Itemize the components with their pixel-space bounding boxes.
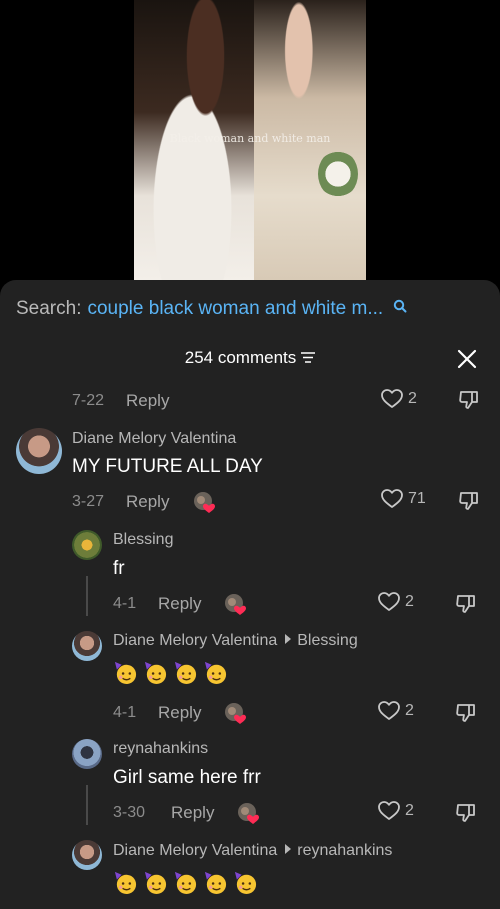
emoji-text: [113, 870, 258, 895]
video-boutonniere: [318, 150, 358, 198]
reply-author[interactable]: Diane Melory Valentina: [113, 632, 277, 649]
comments-sheet: Search: couple black woman and white m..…: [0, 280, 500, 909]
video-player[interactable]: Black woman and white man: [0, 0, 500, 290]
reply-author[interactable]: Diane Melory Valentina: [113, 842, 277, 859]
dislike-icon[interactable]: [455, 703, 477, 723]
partying-face-emoji: [144, 661, 167, 685]
video-thumbnail[interactable]: Black woman and white man: [134, 0, 366, 280]
reply-button[interactable]: Reply: [126, 391, 169, 411]
search-icon[interactable]: [393, 299, 407, 313]
comment-date: 4-1: [113, 704, 137, 721]
search-suggestion[interactable]: Search: couple black woman and white m..…: [16, 298, 407, 320]
heart-outline-icon: [381, 389, 403, 408]
partying-face-emoji: [234, 871, 257, 895]
like-count: 2: [405, 702, 414, 719]
heart-outline-icon: [378, 801, 400, 820]
reply-button[interactable]: Reply: [126, 492, 169, 512]
comment-text: fr: [113, 558, 125, 579]
dislike-icon[interactable]: [455, 803, 477, 823]
search-label: Search:: [16, 298, 82, 319]
comment-partial: 7-22 Reply 2: [0, 388, 500, 418]
reply-comment: reynahankins Girl same here frr 3-30 Rep…: [0, 737, 500, 832]
video-caption: Black woman and white man: [169, 132, 331, 145]
avatar[interactable]: [72, 739, 102, 769]
comment-text: Girl same here frr: [113, 767, 261, 788]
partying-face-emoji: [204, 871, 227, 895]
reply-button[interactable]: Reply: [158, 594, 201, 614]
comment-username[interactable]: Diane Melory Valentina: [72, 430, 236, 448]
comment-date: 3-30: [113, 804, 146, 821]
comment-username[interactable]: Diane Melory Valentina reynahankins: [113, 842, 392, 860]
reply-to-arrow-icon: [285, 634, 292, 644]
dislike-icon[interactable]: [458, 390, 480, 410]
creator-liked-badge: [225, 703, 246, 724]
search-query-link[interactable]: couple black woman and white m...: [87, 298, 383, 320]
heart-outline-icon: [378, 701, 400, 720]
comments-count-header[interactable]: 254 comments: [0, 348, 500, 368]
reply-comment: Blessing fr 4-1 Reply 2: [0, 528, 500, 623]
reply-to-user[interactable]: Blessing: [297, 632, 357, 649]
reply-comment: Diane Melory Valentina reynahankins: [0, 838, 500, 909]
comment-text: MY FUTURE ALL DAY: [72, 456, 263, 477]
comment-date: 3-27: [72, 493, 105, 510]
partying-face-emoji: [174, 871, 197, 895]
like-button[interactable]: 2: [378, 701, 414, 721]
close-icon[interactable]: [456, 348, 478, 370]
avatar[interactable]: [16, 428, 62, 474]
partying-face-emoji: [114, 661, 137, 685]
dislike-icon[interactable]: [458, 491, 480, 511]
like-count: 71: [408, 490, 426, 507]
avatar[interactable]: [72, 840, 102, 870]
comment-date: 4-1: [113, 595, 137, 612]
avatar[interactable]: [72, 530, 102, 560]
heart-outline-icon: [381, 489, 403, 508]
reply-to-arrow-icon: [285, 844, 292, 854]
dislike-icon[interactable]: [455, 594, 477, 614]
partying-face-emoji: [144, 871, 167, 895]
like-count: 2: [408, 390, 417, 407]
heart-outline-icon: [378, 592, 400, 611]
creator-liked-badge: [225, 594, 246, 615]
reply-button[interactable]: Reply: [158, 703, 201, 723]
like-count: 2: [405, 593, 414, 610]
filter-icon[interactable]: [301, 352, 316, 363]
creator-liked-badge: [238, 803, 259, 824]
partying-face-emoji: [204, 661, 227, 685]
like-button[interactable]: 2: [381, 389, 417, 409]
comment: Diane Melory Valentina MY FUTURE ALL DAY…: [0, 426, 500, 521]
creator-liked-badge: [194, 492, 215, 513]
like-button[interactable]: 2: [378, 592, 414, 612]
like-count: 2: [405, 802, 414, 819]
comments-count: 254 comments: [184, 348, 297, 367]
comment-username[interactable]: Blessing: [113, 531, 173, 549]
comment-username[interactable]: reynahankins: [113, 740, 208, 758]
like-button[interactable]: 2: [378, 801, 414, 821]
partying-face-emoji: [114, 871, 137, 895]
reply-to-user[interactable]: reynahankins: [297, 842, 392, 859]
comment-date: 7-22: [72, 392, 105, 409]
like-button[interactable]: 71: [381, 489, 426, 509]
partying-face-emoji: [174, 661, 197, 685]
comment-username[interactable]: Diane Melory Valentina Blessing: [113, 632, 358, 650]
avatar[interactable]: [72, 631, 102, 661]
emoji-text: [113, 660, 228, 685]
reply-comment: Diane Melory Valentina Blessing 4-1 Reply…: [0, 629, 500, 729]
reply-button[interactable]: Reply: [171, 803, 214, 823]
